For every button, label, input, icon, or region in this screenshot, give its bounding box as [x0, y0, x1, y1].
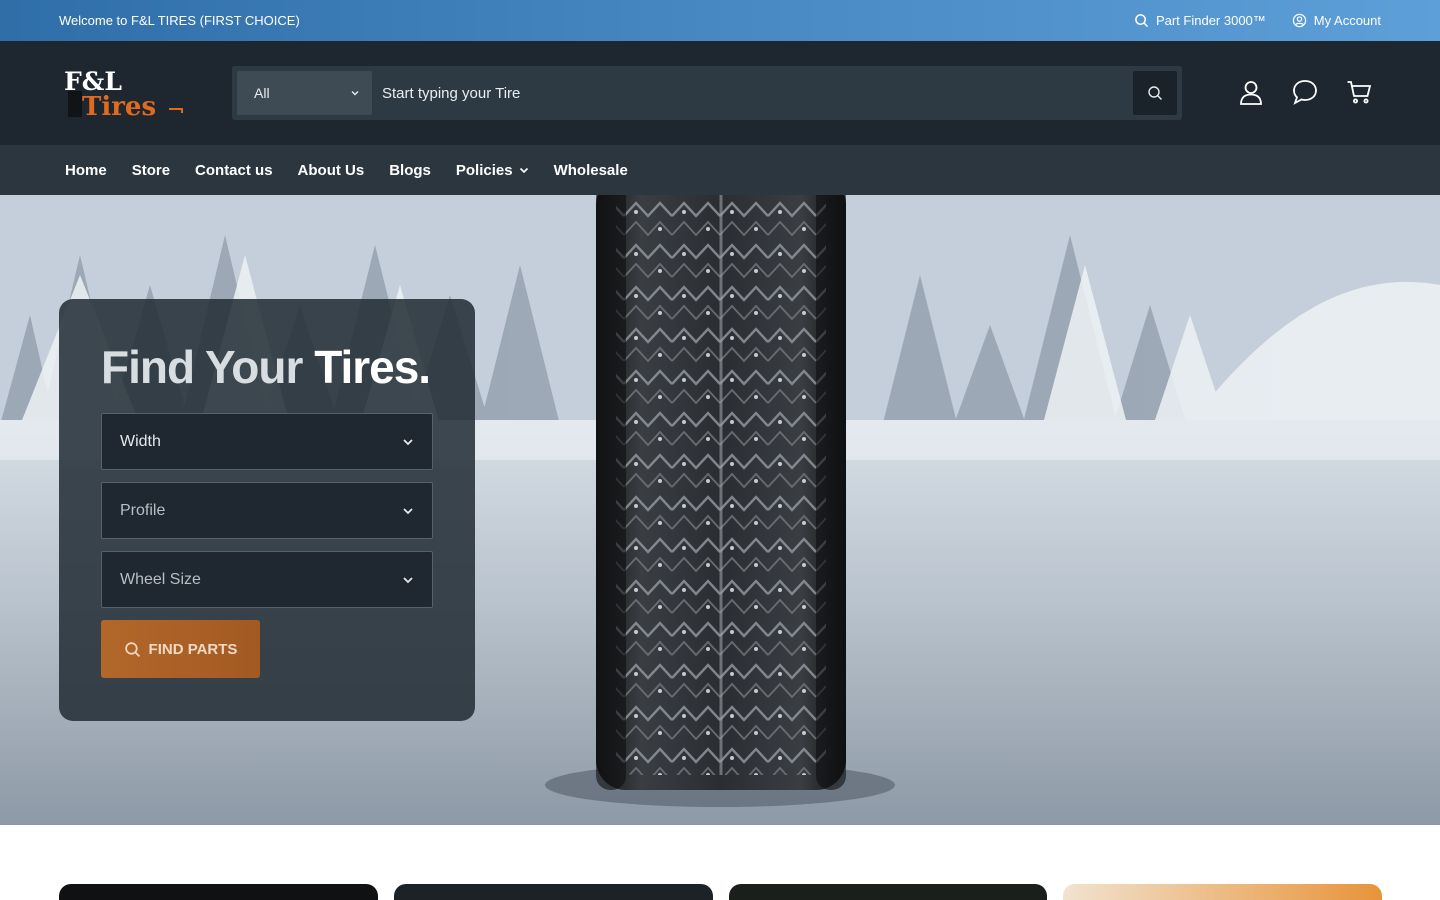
category-value: All: [254, 85, 270, 101]
nav-label: Home: [65, 161, 107, 179]
nav-label: About Us: [297, 161, 365, 179]
logo-line2: Tires: [82, 92, 156, 121]
width-label: Width: [120, 432, 161, 450]
chevron-down-icon: [519, 167, 528, 174]
tire-finder-title: Find Your Tires.: [101, 341, 433, 393]
nav-contact[interactable]: Contact us: [195, 162, 273, 179]
my-account-label: My Account: [1313, 13, 1381, 28]
nav-home[interactable]: Home: [65, 162, 107, 179]
nav-label: Contact us: [195, 161, 273, 179]
chevron-down-icon: [403, 576, 413, 583]
nav-label: Store: [131, 161, 171, 179]
search-icon: [1148, 86, 1162, 100]
hero-banner: Find Your Tires. Width Profile Wheel Siz…: [0, 195, 1440, 825]
wheel-size-label: Wheel Size: [120, 570, 201, 588]
search-input[interactable]: Start typing your Tire: [372, 71, 1133, 115]
category-card[interactable]: [393, 884, 713, 900]
category-card[interactable]: [728, 884, 1048, 900]
chat-icon[interactable]: [1292, 79, 1318, 105]
find-parts-button[interactable]: FIND PARTS: [101, 620, 260, 678]
nav-about[interactable]: About Us: [298, 162, 365, 179]
nav-wholesale[interactable]: Wholesale: [554, 162, 628, 179]
search-bar: All Start typing your Tire: [232, 66, 1182, 120]
search-button[interactable]: [1133, 71, 1177, 115]
search-icon: [1135, 14, 1149, 28]
width-select[interactable]: Width: [101, 413, 433, 470]
nav-policies[interactable]: Policies: [456, 162, 529, 179]
chevron-down-icon: [351, 91, 359, 96]
profile-label: Profile: [120, 501, 166, 519]
chevron-down-icon: [403, 507, 413, 514]
chevron-down-icon: [403, 438, 413, 445]
header-actions: [1238, 79, 1372, 105]
profile-select[interactable]: Profile: [101, 482, 433, 539]
category-card[interactable]: [59, 884, 378, 900]
category-select[interactable]: All: [237, 71, 372, 115]
search-icon: [124, 641, 140, 657]
topbar-links: Part Finder 3000™ My Account: [1134, 13, 1381, 28]
site-logo[interactable]: F&L Tires: [64, 67, 186, 121]
account-circle-icon: [1292, 13, 1306, 28]
category-cards: [59, 884, 1382, 900]
user-icon[interactable]: [1238, 79, 1264, 105]
nav-blogs[interactable]: Blogs: [389, 162, 431, 179]
find-parts-label: FIND PARTS: [148, 640, 238, 658]
nav-label: Blogs: [389, 161, 431, 179]
nav-label: Wholesale: [553, 161, 628, 179]
wheel-size-select[interactable]: Wheel Size: [101, 551, 433, 608]
welcome-text: Welcome to F&L TIRES (FIRST CHOICE): [59, 13, 300, 28]
search-placeholder: Start typing your Tire: [382, 84, 521, 102]
tire-finder-panel: Find Your Tires. Width Profile Wheel Siz…: [59, 299, 475, 721]
nav-store[interactable]: Store: [132, 162, 170, 179]
cart-icon[interactable]: [1346, 79, 1372, 105]
main-nav: Home Store Contact us About Us Blogs Pol…: [0, 145, 1440, 195]
category-card[interactable]: [1063, 884, 1382, 900]
my-account-link[interactable]: My Account: [1292, 13, 1381, 28]
announcement-bar: Welcome to F&L TIRES (FIRST CHOICE) Part…: [0, 0, 1440, 41]
nav-label: Policies: [455, 161, 513, 179]
title-part1: Find Your: [101, 341, 303, 393]
site-header: F&L Tires All Start typing your Tire: [0, 41, 1440, 145]
part-finder-link[interactable]: Part Finder 3000™: [1134, 13, 1266, 28]
part-finder-label: Part Finder 3000™: [1155, 13, 1266, 28]
title-part2: Tires.: [314, 341, 431, 393]
